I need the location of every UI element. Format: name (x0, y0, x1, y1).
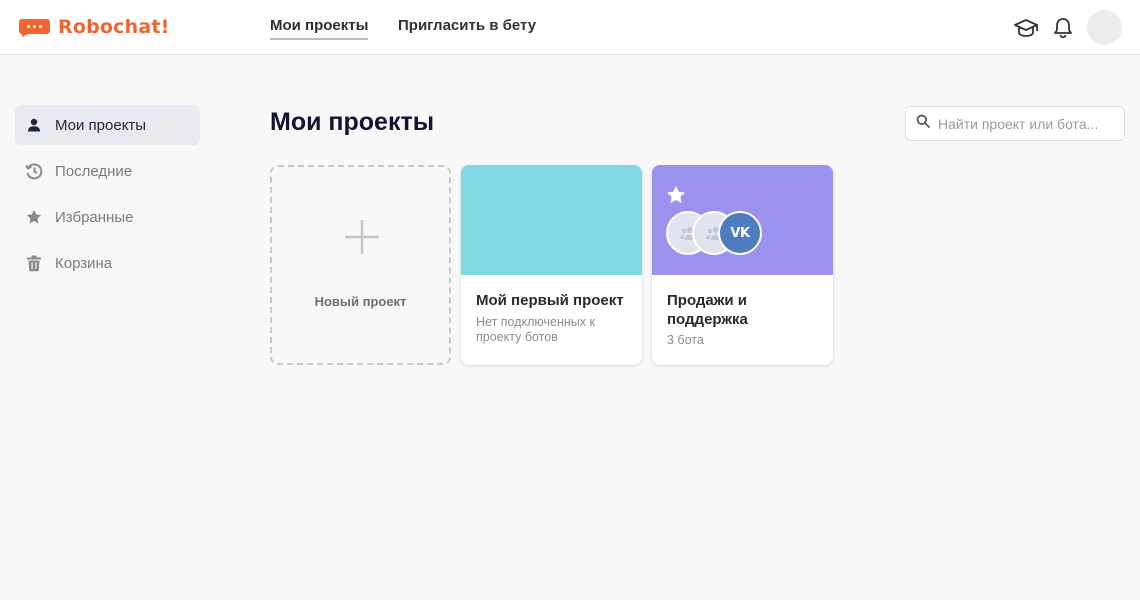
graduation-cap-icon[interactable] (1013, 15, 1039, 41)
sidebar-item-label: Корзина (55, 254, 113, 272)
star-icon (25, 208, 43, 226)
project-title: Продажи и поддержка (667, 292, 748, 328)
search-box[interactable] (905, 106, 1125, 141)
history-icon (25, 162, 43, 180)
app-name: Robochat! (58, 16, 170, 38)
sidebar-item-favorites[interactable]: Избранные (15, 197, 200, 237)
nav-invite-beta[interactable]: Пригласить в бету (398, 17, 536, 38)
sidebar-item-my-projects[interactable]: Мои проекты (15, 105, 200, 145)
favorite-star-icon[interactable] (666, 185, 686, 205)
plus-icon (345, 220, 379, 254)
nav-my-projects[interactable]: Мои проекты (270, 17, 369, 40)
user-avatar[interactable] (1087, 10, 1122, 45)
app-logo[interactable]: Robochat! (18, 14, 170, 40)
project-card[interactable]: VK Продажи и поддержка 3 бота (652, 165, 833, 365)
sidebar-item-label: Мои проекты (55, 116, 147, 134)
robot-logo-icon (19, 19, 50, 37)
search-icon (916, 114, 930, 133)
new-project-label: Новый проект (314, 294, 407, 309)
sidebar-item-label: Последние (55, 162, 133, 180)
search-input[interactable] (938, 115, 1113, 132)
project-subtitle: Нет подключенных к проекту ботов (476, 315, 595, 344)
project-cover: VK (652, 165, 833, 275)
top-header: Robochat! Мои проекты Пригласить в бету (0, 0, 1140, 55)
sidebar-item-trash[interactable]: Корзина (15, 243, 200, 283)
user-icon (25, 116, 43, 134)
project-title: Мой первый проект (476, 292, 624, 309)
project-cover (461, 165, 642, 275)
new-project-card[interactable]: Новый проект (270, 165, 451, 365)
page-title: Мои проекты (270, 108, 435, 136)
sidebar-item-label: Избранные (55, 208, 134, 226)
trash-icon (25, 254, 43, 272)
bell-icon[interactable] (1050, 15, 1076, 41)
vk-icon: VK (718, 211, 762, 255)
project-subtitle: 3 бота (667, 333, 704, 347)
vk-label: VK (730, 225, 750, 241)
sidebar-item-recent[interactable]: Последние (15, 151, 200, 191)
project-card[interactable]: Мой первый проект Нет подключенных к про… (461, 165, 642, 365)
